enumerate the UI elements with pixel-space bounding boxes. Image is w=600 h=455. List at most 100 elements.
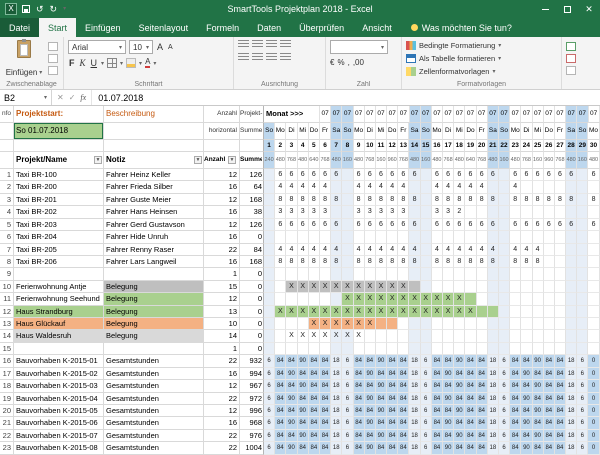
row-number-cell[interactable]: 16 (0, 355, 14, 367)
day-cell[interactable] (577, 281, 588, 293)
capacity-cell[interactable]: 768 (286, 152, 297, 169)
day-cell[interactable] (365, 343, 376, 355)
day-cell[interactable] (566, 343, 577, 355)
day-cell[interactable]: 4 (398, 244, 409, 256)
day-cell[interactable] (588, 293, 599, 305)
day-cell[interactable] (454, 330, 465, 342)
anzahl-cell[interactable]: 22 (204, 442, 240, 454)
day-cell[interactable]: 8 (521, 194, 532, 206)
capacity-cell[interactable]: 160 (533, 152, 544, 169)
day-cell[interactable]: 6 (264, 430, 275, 442)
day-cell[interactable] (454, 268, 465, 280)
day-cell[interactable]: 84 (286, 405, 297, 417)
anzahl-header-line1[interactable]: Anzahl (204, 106, 240, 123)
day-cell[interactable]: 18 (331, 355, 342, 367)
day-cell[interactable]: X (342, 293, 353, 305)
day-cell[interactable]: X (387, 306, 398, 318)
day-cell[interactable]: 4 (465, 244, 476, 256)
day-cell[interactable] (544, 306, 555, 318)
day-cell[interactable]: 6 (264, 405, 275, 417)
day-cell[interactable]: 8 (454, 256, 465, 268)
day-cell[interactable]: 84 (387, 380, 398, 392)
day-cell[interactable]: 84 (544, 393, 555, 405)
capacity-cell[interactable]: 160 (577, 152, 588, 169)
day-cell[interactable]: 90 (521, 417, 532, 429)
anzahl-cell[interactable]: 16 (204, 206, 240, 218)
day-cell[interactable]: X (421, 293, 432, 305)
month-cell[interactable]: 07 (331, 106, 342, 123)
daynum-cell[interactable]: 13 (398, 140, 409, 152)
day-cell[interactable]: 84 (309, 405, 320, 417)
anzahl-cell[interactable]: 16 (204, 181, 240, 193)
month-cell[interactable]: 07 (521, 106, 532, 123)
day-cell[interactable]: 90 (533, 380, 544, 392)
day-cell[interactable]: 84 (365, 380, 376, 392)
day-cell[interactable] (354, 231, 365, 243)
day-cell[interactable] (477, 318, 488, 330)
day-cell[interactable]: 84 (454, 442, 465, 454)
day-cell[interactable]: 6 (488, 219, 499, 231)
day-cell[interactable]: 4 (454, 181, 465, 193)
day-cell[interactable] (577, 268, 588, 280)
day-cell[interactable]: 8 (409, 194, 420, 206)
day-cell[interactable] (533, 181, 544, 193)
day-cell[interactable]: 84 (286, 430, 297, 442)
notiz-cell[interactable]: Belegung (104, 306, 204, 318)
day-cell[interactable] (286, 293, 297, 305)
day-cell[interactable]: 84 (477, 442, 488, 454)
day-cell[interactable]: 6 (286, 219, 297, 231)
day-cell[interactable]: 18 (488, 405, 499, 417)
day-cell[interactable]: 84 (477, 368, 488, 380)
day-cell[interactable] (421, 181, 432, 193)
comma-format-icon[interactable]: , (348, 58, 350, 68)
daynum-cell[interactable]: 18 (454, 140, 465, 152)
day-cell[interactable]: X (465, 306, 476, 318)
dayname-cell[interactable]: Mi (533, 123, 544, 140)
day-cell[interactable] (387, 343, 398, 355)
day-cell[interactable]: 8 (365, 256, 376, 268)
day-cell[interactable]: 8 (365, 194, 376, 206)
day-cell[interactable]: 84 (298, 417, 309, 429)
close-button[interactable]: ✕ (578, 0, 600, 18)
day-cell[interactable]: 4 (309, 181, 320, 193)
day-cell[interactable] (432, 330, 443, 342)
day-cell[interactable]: 3 (320, 206, 331, 218)
day-cell[interactable]: X (398, 293, 409, 305)
dayname-cell[interactable]: Di (443, 123, 454, 140)
tab-daten[interactable]: Daten (248, 18, 290, 37)
empty-cell[interactable] (104, 140, 204, 152)
day-cell[interactable] (264, 306, 275, 318)
row-number-cell[interactable]: 22 (0, 430, 14, 442)
day-cell[interactable]: 18 (409, 442, 420, 454)
day-cell[interactable] (588, 268, 599, 280)
day-cell[interactable]: X (331, 318, 342, 330)
day-cell[interactable] (432, 318, 443, 330)
day-cell[interactable]: 0 (588, 405, 599, 417)
tab-datei[interactable]: Datei (0, 18, 39, 37)
day-cell[interactable] (577, 231, 588, 243)
dayname-cell[interactable]: Di (286, 123, 297, 140)
day-cell[interactable] (521, 330, 532, 342)
day-cell[interactable]: 4 (365, 244, 376, 256)
day-cell[interactable]: 84 (432, 405, 443, 417)
tab-formeln[interactable]: Formeln (197, 18, 248, 37)
tab-einf-gen[interactable]: Einfügen (76, 18, 130, 37)
dayname-cell[interactable]: So (499, 123, 510, 140)
row-number-cell[interactable]: 13 (0, 318, 14, 330)
month-cell[interactable]: 07 (320, 106, 331, 123)
project-name-cell[interactable]: Bauvorhaben K-2015-02 (14, 368, 104, 380)
project-name-cell[interactable] (14, 343, 104, 355)
format-painter-icon[interactable] (48, 66, 58, 75)
day-cell[interactable]: 84 (521, 380, 532, 392)
day-cell[interactable] (387, 330, 398, 342)
day-cell[interactable]: 84 (309, 442, 320, 454)
row-number-cell[interactable]: 6 (0, 231, 14, 243)
day-cell[interactable]: 6 (342, 393, 353, 405)
day-cell[interactable]: 6 (544, 219, 555, 231)
project-name-cell[interactable]: Haus Strandburg (14, 306, 104, 318)
day-cell[interactable] (555, 306, 566, 318)
day-cell[interactable] (577, 206, 588, 218)
day-cell[interactable]: 84 (544, 430, 555, 442)
capacity-cell[interactable]: 768 (320, 152, 331, 169)
cut-icon[interactable] (48, 42, 58, 51)
